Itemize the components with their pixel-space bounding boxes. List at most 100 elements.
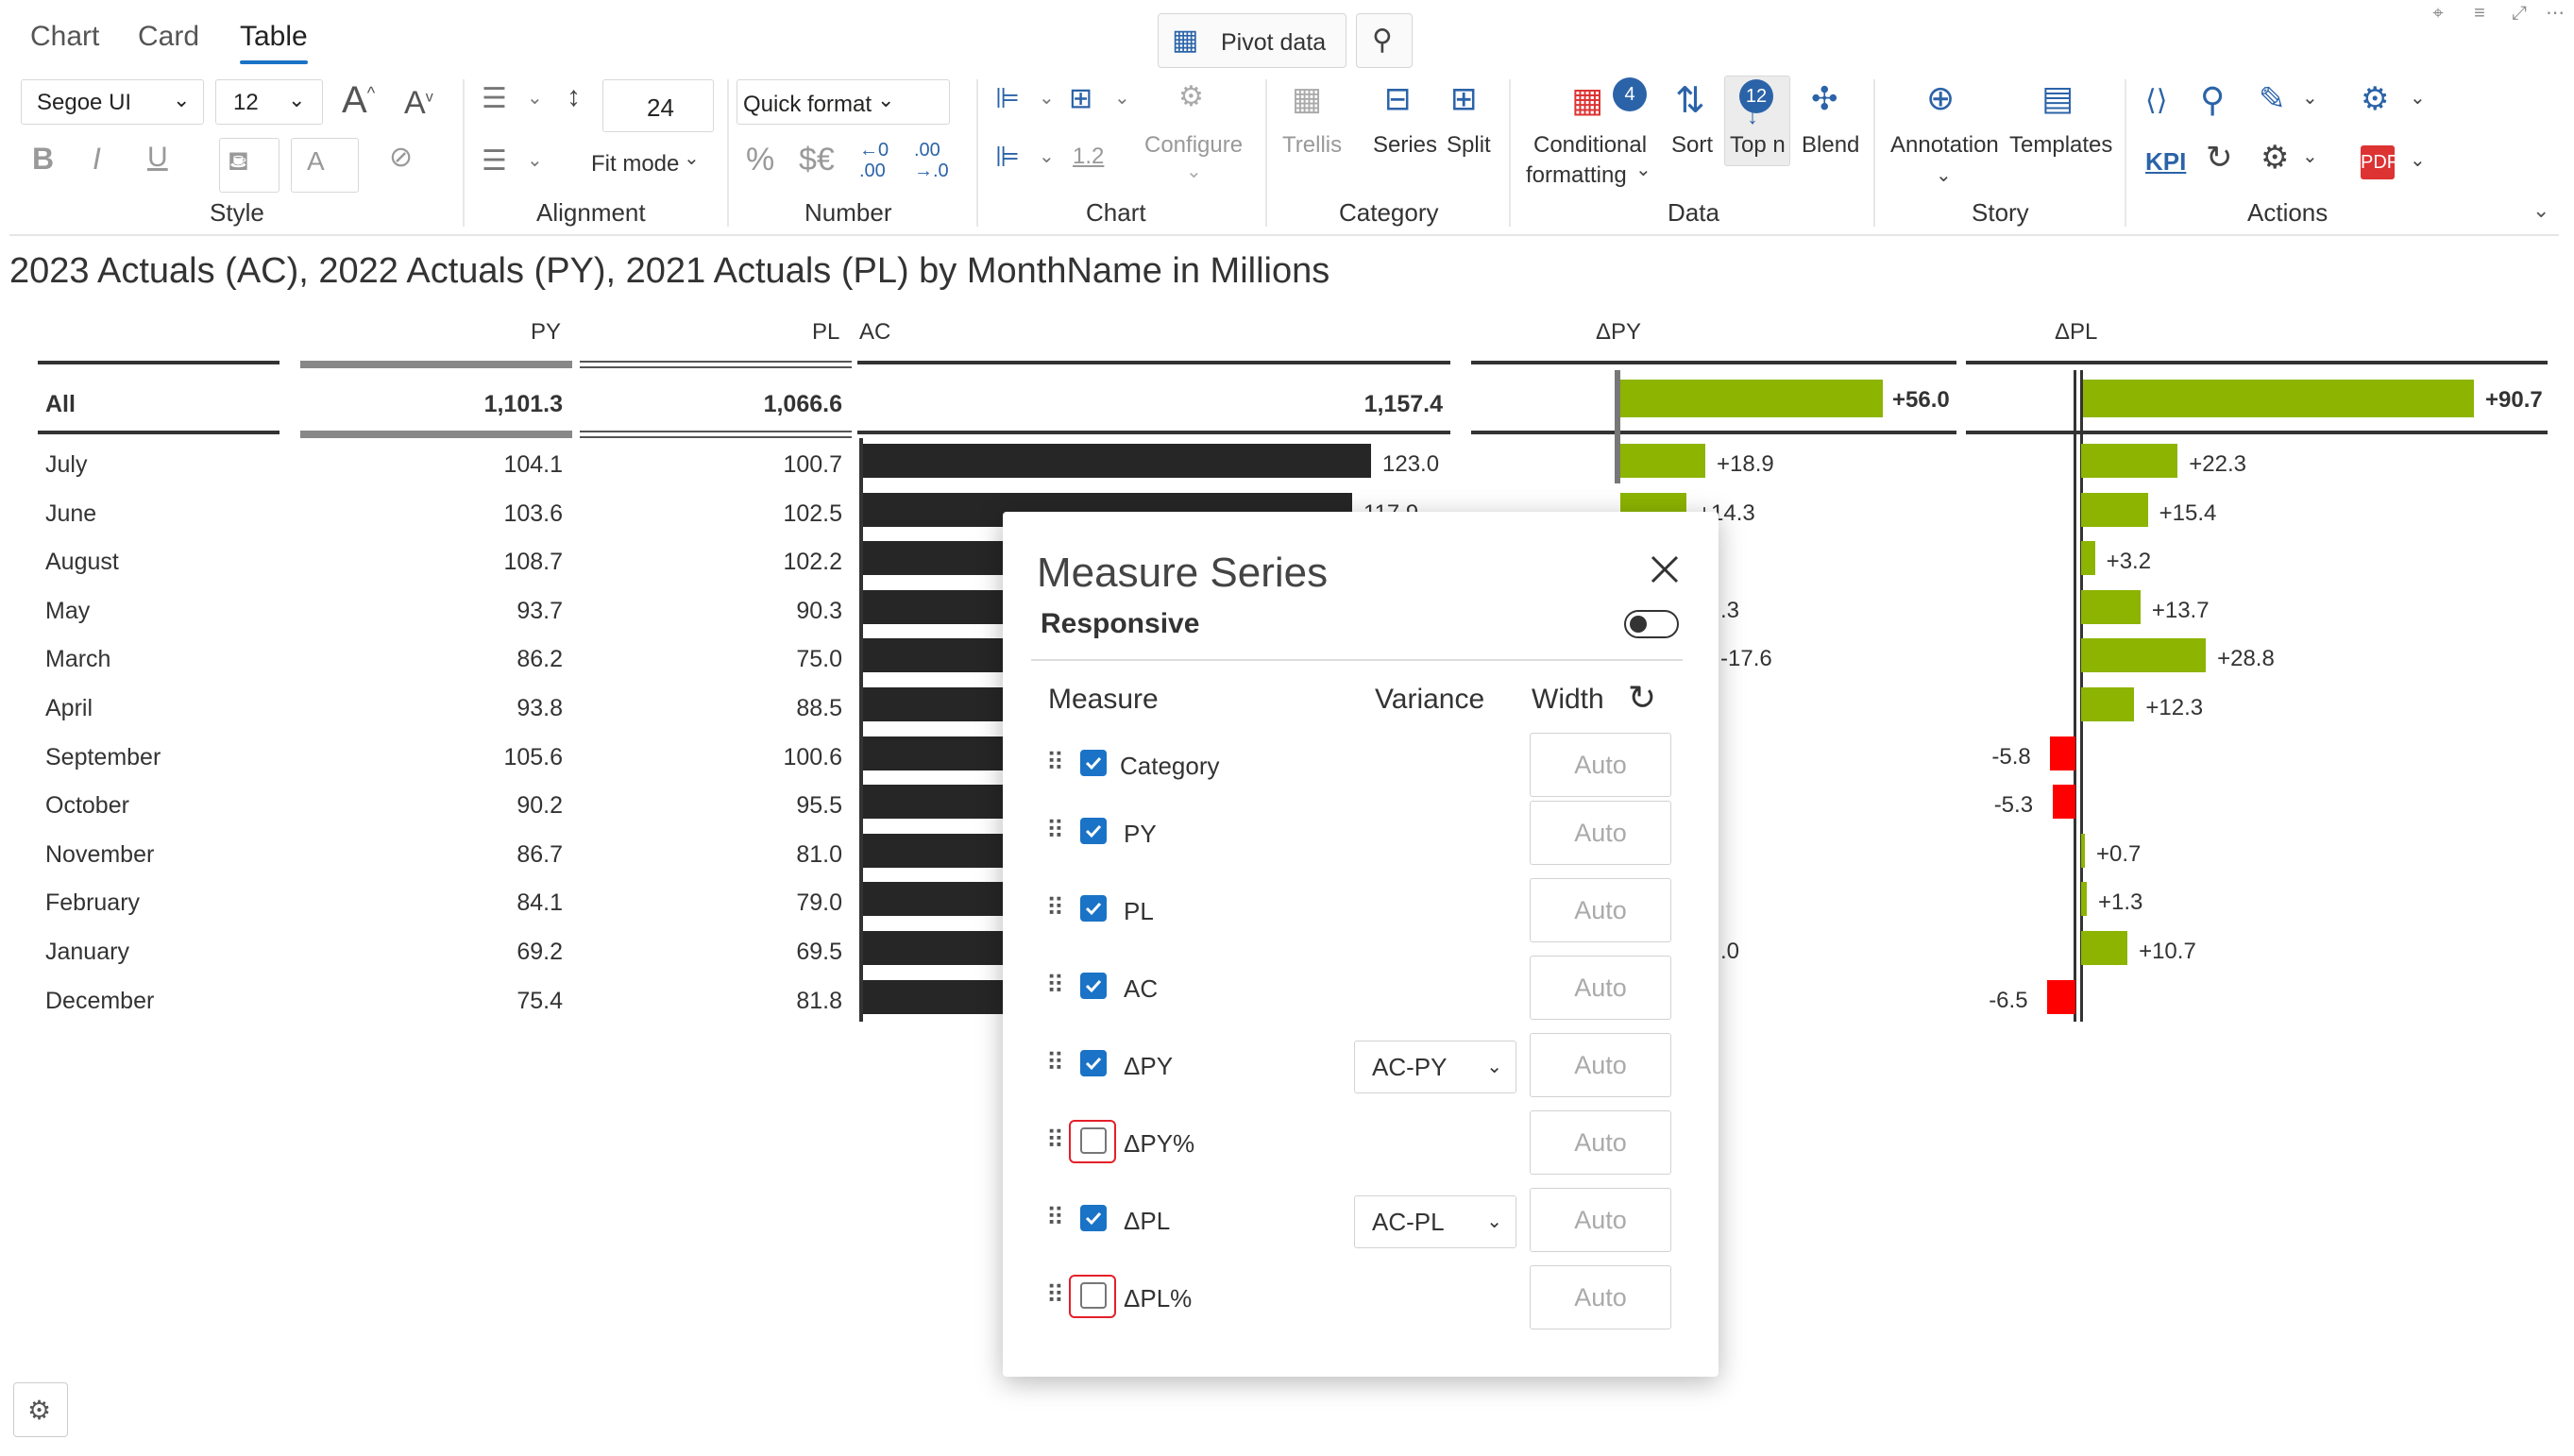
decrease-decimal-icon[interactable]: ←0.00 [859,140,889,181]
measure-checkbox[interactable] [1080,818,1107,844]
font-color-button[interactable]: A [291,138,359,193]
fill-color-button[interactable]: ⛾ [219,138,279,193]
close-icon[interactable] [1641,546,1688,593]
refresh-icon[interactable]: ↻ [2206,142,2233,174]
templates-label[interactable]: Templates [2009,132,2112,159]
pin-icon[interactable]: ⌖ [2423,0,2453,26]
focus-mode-icon[interactable]: ⤢ [2504,0,2534,26]
split-label[interactable]: Split [1447,132,1491,159]
measure-checkbox[interactable] [1080,1205,1107,1231]
measure-checkbox[interactable] [1080,895,1107,922]
decrease-font-icon[interactable]: Av [404,87,433,119]
series-icon[interactable]: ⊟ [1384,83,1412,115]
collapse-ribbon-icon[interactable]: ⌄ [2532,200,2549,221]
measure-checkbox[interactable] [1080,973,1107,999]
font-family-select[interactable]: Segoe UI ⌄ [21,79,204,125]
search-icon[interactable]: ⚲ [2200,83,2225,117]
currency-icon[interactable]: $€ [799,144,835,176]
variance-select[interactable]: AC-PY ⌄ [1354,1041,1516,1093]
drag-handle-icon[interactable]: ⠿ [1046,1282,1064,1307]
chevron-down-icon[interactable]: ⌄ [527,89,543,108]
measure-checkbox[interactable] [1080,1050,1107,1076]
chevron-down-icon[interactable]: ⌄ [2410,89,2426,108]
width-input[interactable]: Auto [1530,878,1671,942]
increase-font-icon[interactable]: A^ [342,81,375,119]
width-input[interactable]: Auto [1530,1033,1671,1097]
export-settings-icon[interactable]: ⚙ [2361,83,2389,115]
sort-label[interactable]: Sort [1671,132,1713,159]
brush-icon[interactable]: ✎ [2259,83,2286,115]
configure-icon[interactable]: ⚙ [1178,83,1204,111]
width-input[interactable]: Auto [1530,801,1671,865]
column-header-dpl[interactable]: ΔPL [2055,319,2097,346]
series-label[interactable]: Series [1373,132,1437,159]
reset-width-icon[interactable]: ↻ [1628,678,1656,718]
trellis-label[interactable]: Trellis [1282,132,1342,159]
horizontal-align-icon[interactable]: ☰ [482,85,507,113]
sort-icon[interactable]: ⇅ [1675,83,1705,119]
column-header-ac[interactable]: AC [859,319,890,346]
width-input[interactable]: Auto [1530,956,1671,1020]
pivot-data-button[interactable]: ▦ Pivot data [1158,13,1346,68]
percent-icon[interactable]: % [746,144,774,176]
column-header-py[interactable]: PY [531,319,561,346]
italic-icon[interactable]: I [93,144,101,174]
tab-chart[interactable]: Chart [30,21,99,53]
underline-icon[interactable]: U [147,144,168,172]
chart-arrange-icon[interactable]: ⊞ [1069,85,1092,113]
responsive-toggle[interactable] [1624,610,1679,638]
chevron-down-icon[interactable]: ⌄ [684,149,700,168]
font-size-select[interactable]: 12 ⌄ [215,79,323,125]
chevron-down-icon[interactable]: ⌄ [1635,161,1651,179]
chart-layout-icon[interactable]: ⊫ [995,85,1020,113]
drag-handle-icon[interactable]: ⠿ [1046,973,1064,997]
drag-handle-icon[interactable]: ⠿ [1046,1127,1064,1152]
filter-settings-button[interactable]: ⚲ [1356,13,1413,68]
fit-mode-dropdown[interactable]: Fit mode [591,151,679,178]
drag-handle-icon[interactable]: ⠿ [1046,895,1064,920]
annotation-icon[interactable]: ⊕ [1926,81,1955,115]
width-input[interactable]: Auto [1530,1110,1671,1175]
bold-icon[interactable]: B [32,144,54,174]
trellis-icon[interactable]: ▦ [1292,83,1322,115]
formatting-label[interactable]: formatting [1526,162,1627,189]
hide-icon[interactable]: ⊘ [389,144,413,172]
filter-icon[interactable]: ≡ [2464,0,2495,26]
top-n-label[interactable]: Top n [1730,132,1786,159]
templates-icon[interactable]: ▤ [2041,81,2074,115]
drag-handle-icon[interactable]: ⠿ [1046,1050,1064,1075]
settings-icon[interactable]: ⚙ [2261,142,2289,174]
split-icon[interactable]: ⊞ [1450,83,1478,115]
width-input[interactable]: Auto [1530,1265,1671,1329]
chevron-down-icon[interactable]: ⌄ [2410,151,2426,170]
chevron-down-icon[interactable]: ⌄ [527,151,543,170]
width-input[interactable]: Auto [1530,1188,1671,1252]
chart-bars-icon[interactable]: ⊫ [995,144,1020,172]
conditional-formatting-icon[interactable]: ▦ [1571,83,1603,117]
code-icon[interactable]: ⟨⟩ [2145,87,2167,115]
conditional-label[interactable]: Conditional [1533,132,1647,159]
chevron-down-icon[interactable]: ⌄ [2302,147,2318,166]
column-header-pl[interactable]: PL [812,319,839,346]
increase-decimal-icon[interactable]: .00 →.0 [914,140,949,181]
tab-card[interactable]: Card [138,21,199,53]
variance-select[interactable]: AC-PL ⌄ [1354,1195,1516,1248]
drag-handle-icon[interactable]: ⠿ [1046,818,1064,842]
vertical-align-icon[interactable]: ☰ [482,147,507,176]
configure-label[interactable]: Configure [1144,132,1243,159]
chevron-down-icon[interactable]: ⌄ [2302,89,2318,108]
chevron-down-icon[interactable]: ⌄ [1039,89,1055,108]
annotation-label[interactable]: Annotation [1890,132,1999,159]
scale-value[interactable]: 1.2 [1073,144,1104,170]
width-input[interactable]: Auto [1530,733,1671,797]
more-options-icon[interactable]: ⋯ [2540,0,2570,26]
chevron-down-icon[interactable]: ⌄ [1186,162,1202,181]
blend-icon[interactable]: ✣ [1811,83,1838,115]
measure-checkbox[interactable] [1080,1282,1107,1309]
kpi-button[interactable]: KPI [2145,147,2186,177]
measure-checkbox[interactable] [1080,1127,1107,1154]
line-height-input[interactable]: 24 [602,79,714,132]
visual-options-button[interactable]: ⚙ [13,1382,68,1437]
tab-table[interactable]: Table [240,21,308,53]
pdf-icon[interactable]: PDF [2361,145,2398,179]
